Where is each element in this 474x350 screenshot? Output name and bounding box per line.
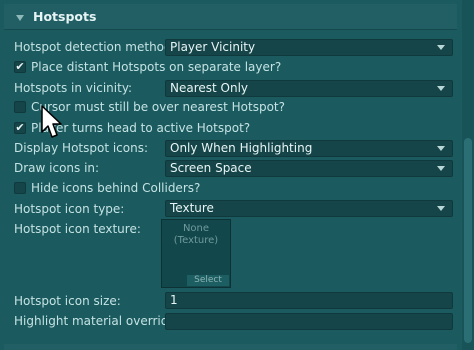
display-icons-label: Display Hotspot icons: — [14, 141, 149, 155]
dropdown-caret-icon — [437, 166, 445, 171]
dropdown-caret-icon — [437, 206, 445, 211]
cursor-over-label: Cursor must still be over nearest Hotspo… — [31, 100, 286, 114]
icon-texture-label: Hotspot icon texture: — [14, 222, 141, 236]
detection-method-dropdown[interactable]: Player Vicinity — [165, 39, 453, 56]
texture-none-text: None (Texture) — [162, 223, 230, 247]
hotspots-inspector-panel: Hotspots Hotspot detection method Player… — [0, 0, 474, 350]
icon-type-value: Texture — [170, 201, 214, 215]
checkmark-icon: ✔ — [15, 121, 25, 134]
vicinity-value: Nearest Only — [170, 81, 249, 95]
turns-head-checkbox[interactable]: ✔ — [14, 122, 26, 134]
draw-icons-label: Draw icons in: — [14, 161, 100, 175]
hotspots-foldout-header[interactable]: Hotspots — [4, 4, 457, 30]
detection-method-label: Hotspot detection method — [14, 40, 172, 54]
distant-layer-label: Place distant Hotspots on separate layer… — [31, 60, 282, 74]
texture-select-button[interactable]: Select — [187, 275, 229, 286]
hide-behind-checkbox[interactable] — [14, 182, 26, 194]
display-icons-dropdown[interactable]: Only When Highlighting — [165, 140, 453, 157]
next-section-header[interactable] — [4, 344, 457, 350]
highlight-material-field[interactable] — [165, 313, 453, 330]
foldout-arrow-icon[interactable] — [16, 15, 24, 21]
detection-method-value: Player Vicinity — [170, 40, 256, 54]
mouse-pointer-icon — [41, 105, 62, 138]
draw-icons-dropdown[interactable]: Screen Space — [165, 160, 453, 177]
cursor-over-checkbox[interactable] — [14, 101, 26, 113]
icon-size-label: Hotspot icon size: — [14, 294, 121, 308]
section-title: Hotspots — [33, 9, 97, 24]
vicinity-dropdown[interactable]: Nearest Only — [165, 80, 453, 97]
hide-behind-label: Hide icons behind Colliders? — [31, 181, 201, 195]
texture-none-line2: (Texture) — [173, 235, 219, 246]
draw-icons-value: Screen Space — [170, 161, 252, 175]
display-icons-value: Only When Highlighting — [170, 141, 313, 155]
icon-type-label: Hotspot icon type: — [14, 202, 125, 216]
highlight-material-label: Highlight material override — [14, 314, 176, 328]
dropdown-caret-icon — [437, 146, 445, 151]
scrollbar-thumb[interactable] — [464, 138, 472, 343]
icon-texture-object-field[interactable]: None (Texture) Select — [161, 219, 231, 288]
vicinity-label: Hotspots in vicinity: — [14, 81, 133, 95]
icon-size-input[interactable]: 1 — [165, 292, 453, 309]
icon-type-dropdown[interactable]: Texture — [165, 200, 453, 217]
checkmark-icon: ✔ — [15, 60, 25, 73]
dropdown-caret-icon — [437, 45, 445, 50]
dropdown-caret-icon — [437, 86, 445, 91]
distant-layer-checkbox[interactable]: ✔ — [14, 61, 26, 73]
texture-none-line1: None — [182, 223, 210, 234]
